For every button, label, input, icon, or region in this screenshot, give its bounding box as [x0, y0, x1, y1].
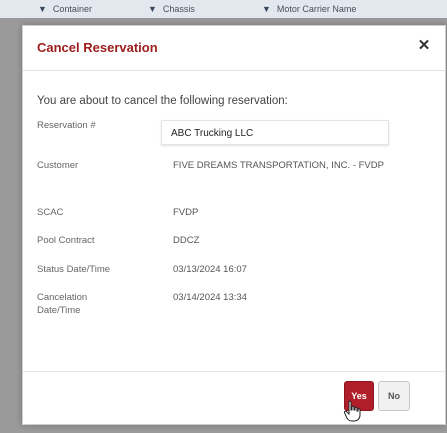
detail-label: Customer: [37, 160, 79, 171]
column-container[interactable]: ▼ Container: [38, 4, 92, 14]
detail-label: Reservation #: [37, 120, 96, 131]
detail-label: SCAC: [37, 207, 64, 218]
background-table-header: ▼ Container ▼ Chassis ▼ Motor Carrier Name: [0, 0, 447, 19]
dialog-header: Cancel Reservation ✕: [23, 26, 445, 71]
detail-value: 03/13/2024 16:07: [173, 264, 247, 275]
column-motor-carrier-name[interactable]: ▼ Motor Carrier Name: [262, 4, 356, 14]
column-label: Chassis: [162, 4, 195, 14]
no-button[interactable]: No: [378, 381, 410, 411]
hand-cursor-icon: [343, 400, 361, 422]
filter-icon[interactable]: ▼: [148, 4, 157, 14]
detail-label: Pool Contract: [37, 235, 95, 246]
column-chassis[interactable]: ▼ Chassis: [148, 4, 195, 14]
detail-value: DDCZ: [173, 235, 200, 246]
detail-value: FVDP: [173, 207, 199, 218]
cancel-reservation-dialog: Cancel Reservation ✕ You are about to ca…: [22, 25, 446, 425]
detail-label: Cancelation Date/Time: [37, 292, 88, 316]
filter-icon[interactable]: ▼: [38, 4, 47, 14]
column-label: Container: [52, 4, 92, 14]
dialog-footer-divider: [23, 371, 445, 372]
detail-label: Status Date/Time: [37, 264, 111, 275]
customer-tooltip: ABC Trucking LLC: [161, 120, 389, 145]
detail-value: FIVE DREAMS TRANSPORTATION, INC. - FVDP: [173, 160, 384, 171]
close-icon[interactable]: ✕: [415, 37, 433, 55]
detail-value: 03/14/2024 13:34: [173, 292, 247, 303]
column-label: Motor Carrier Name: [276, 4, 357, 14]
dialog-title: Cancel Reservation: [37, 40, 158, 55]
dialog-intro-text: You are about to cancel the following re…: [37, 95, 288, 107]
filter-icon[interactable]: ▼: [262, 4, 271, 14]
